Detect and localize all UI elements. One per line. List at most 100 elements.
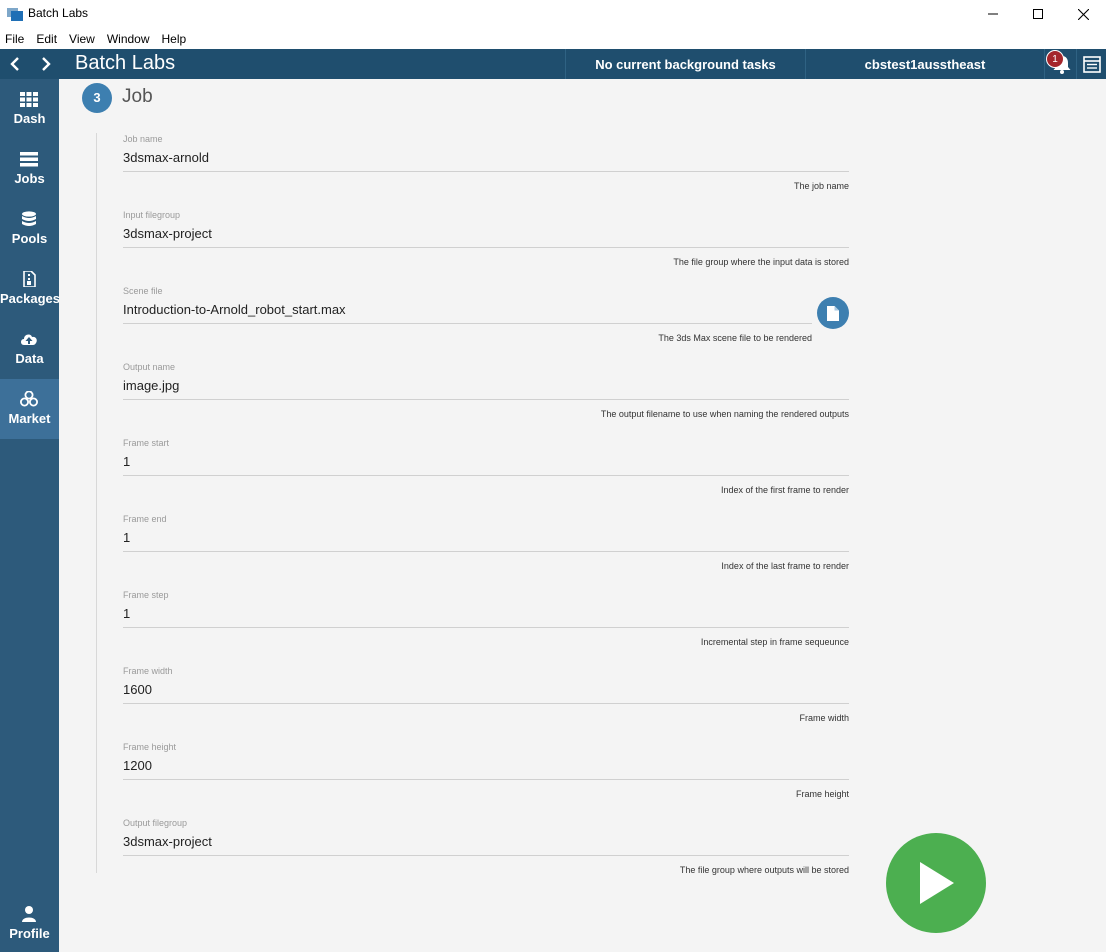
field-value[interactable]: 1600 (123, 682, 152, 697)
minimize-button[interactable] (970, 0, 1016, 28)
sidebar-item-label: Dash (13, 111, 46, 126)
sidebar-item-label: Jobs (14, 171, 45, 186)
sidebar-item-label: Profile (9, 926, 50, 941)
field-underline (123, 399, 849, 400)
job-name-field[interactable]: Job name 3dsmax-arnold The job name (123, 134, 849, 210)
output-filegroup-field[interactable]: Output filegroup 3dsmax-project The file… (123, 818, 849, 894)
field-label: Job name (123, 134, 163, 144)
field-label: Frame height (123, 742, 177, 752)
sidebar-item-dash[interactable]: Dash (0, 79, 59, 139)
sidebar-item-label: Packages (0, 291, 60, 306)
sidebar-item-packages[interactable]: Packages (0, 259, 60, 319)
step-number-badge: 3 (82, 83, 112, 113)
package-icon (23, 271, 36, 287)
pick-scene-file-button[interactable] (817, 297, 849, 329)
menu-edit[interactable]: Edit (36, 32, 57, 46)
sidebar-item-pools[interactable]: Pools (0, 199, 59, 259)
chevron-left-icon (10, 57, 19, 71)
menu-help[interactable]: Help (162, 32, 187, 46)
title-bar: Batch Labs (0, 0, 1106, 28)
cubes-icon (20, 391, 38, 407)
field-underline (123, 703, 849, 704)
file-icon (827, 305, 839, 321)
app-brand: Batch Labs (75, 52, 176, 74)
scene-file-field[interactable]: Scene file Introduction-to-Arnold_robot_… (123, 286, 849, 362)
cloud-upload-icon (21, 334, 37, 345)
field-hint: Frame width (799, 713, 849, 723)
field-underline (123, 475, 849, 476)
field-value[interactable]: 1200 (123, 758, 152, 773)
field-underline (123, 247, 849, 248)
sidebar-item-profile[interactable]: Profile (0, 892, 59, 952)
field-underline (123, 323, 812, 324)
sidebar-item-label: Pools (11, 231, 48, 246)
field-label: Scene file (123, 286, 163, 296)
field-label: Input filegroup (123, 210, 181, 220)
frame-end-field[interactable]: Frame end 1 Index of the last frame to r… (123, 514, 849, 590)
app-header: Batch Labs No current background tasks c… (0, 49, 1106, 79)
field-value[interactable]: 3dsmax-arnold (123, 150, 209, 165)
grid-icon (20, 92, 38, 107)
frame-width-field[interactable]: Frame width 1600 Frame width (123, 666, 849, 742)
field-hint: The output filename to use when naming t… (600, 409, 849, 419)
field-value[interactable]: 3dsmax-project (123, 226, 212, 241)
field-value[interactable]: 1 (123, 606, 130, 621)
play-icon (920, 862, 954, 904)
app-logo-icon (7, 8, 23, 21)
field-label: Output filegroup (123, 818, 188, 828)
app-window: Batch Labs File Edit View Window Help Ba… (0, 0, 1106, 952)
field-value[interactable]: image.jpg (123, 378, 179, 393)
close-icon (1077, 8, 1089, 20)
field-underline (123, 551, 849, 552)
database-icon (22, 211, 36, 226)
field-underline (123, 855, 849, 856)
notification-count-badge: 1 (1046, 50, 1064, 68)
field-hint: The job name (793, 181, 849, 191)
background-tasks-status[interactable]: No current background tasks (565, 49, 805, 79)
minimize-icon (988, 13, 998, 15)
field-value[interactable]: Introduction-to-Arnold_robot_start.max (123, 302, 346, 317)
menu-bar: File Edit View Window Help (0, 28, 1106, 49)
frame-height-field[interactable]: Frame height 1200 Frame height (123, 742, 849, 818)
field-label: Output name (123, 362, 176, 372)
field-label: Frame step (123, 590, 169, 600)
calendar-icon (1082, 56, 1101, 73)
field-value[interactable]: 1 (123, 530, 130, 545)
sidebar-item-data[interactable]: Data (0, 319, 59, 379)
field-label: Frame start (123, 438, 170, 448)
close-button[interactable] (1060, 0, 1106, 28)
scheduling-button[interactable] (1076, 49, 1106, 79)
menu-file[interactable]: File (5, 32, 24, 46)
run-job-button[interactable] (886, 833, 986, 933)
window-title: Batch Labs (28, 6, 89, 20)
forward-button[interactable] (32, 49, 60, 79)
menu-view[interactable]: View (69, 32, 95, 46)
field-hint: The file group where outputs will be sto… (679, 865, 849, 875)
field-hint: The file group where the input data is s… (673, 257, 849, 267)
maximize-icon (1033, 9, 1043, 19)
sidebar: Dash Jobs Pools Packages Data Market Pro… (0, 79, 60, 952)
back-button[interactable] (1, 49, 29, 79)
input-filegroup-field[interactable]: Input filegroup 3dsmax-project The file … (123, 210, 849, 286)
field-hint: Incremental step in frame sequeunce (700, 637, 849, 647)
menu-window[interactable]: Window (107, 32, 150, 46)
field-hint: Index of the first frame to render (720, 485, 849, 495)
sidebar-item-market[interactable]: Market (0, 379, 59, 439)
field-hint: Frame height (795, 789, 849, 799)
field-label: Frame end (123, 514, 167, 524)
account-selector[interactable]: cbstest1ausstheast (805, 49, 1044, 79)
field-value[interactable]: 3dsmax-project (123, 834, 212, 849)
user-icon (22, 906, 36, 922)
list-icon (20, 152, 38, 167)
output-name-field[interactable]: Output name image.jpg The output filenam… (123, 362, 849, 438)
sidebar-item-label: Data (15, 351, 44, 366)
sidebar-item-jobs[interactable]: Jobs (0, 139, 59, 199)
frame-start-field[interactable]: Frame start 1 Index of the first frame t… (123, 438, 849, 514)
step-connector-line (96, 133, 97, 873)
maximize-button[interactable] (1015, 0, 1061, 28)
field-value[interactable]: 1 (123, 454, 130, 469)
field-hint: Index of the last frame to render (721, 561, 849, 571)
chevron-right-icon (42, 57, 51, 71)
sidebar-item-label: Market (8, 411, 51, 426)
frame-step-field[interactable]: Frame step 1 Incremental step in frame s… (123, 590, 849, 666)
